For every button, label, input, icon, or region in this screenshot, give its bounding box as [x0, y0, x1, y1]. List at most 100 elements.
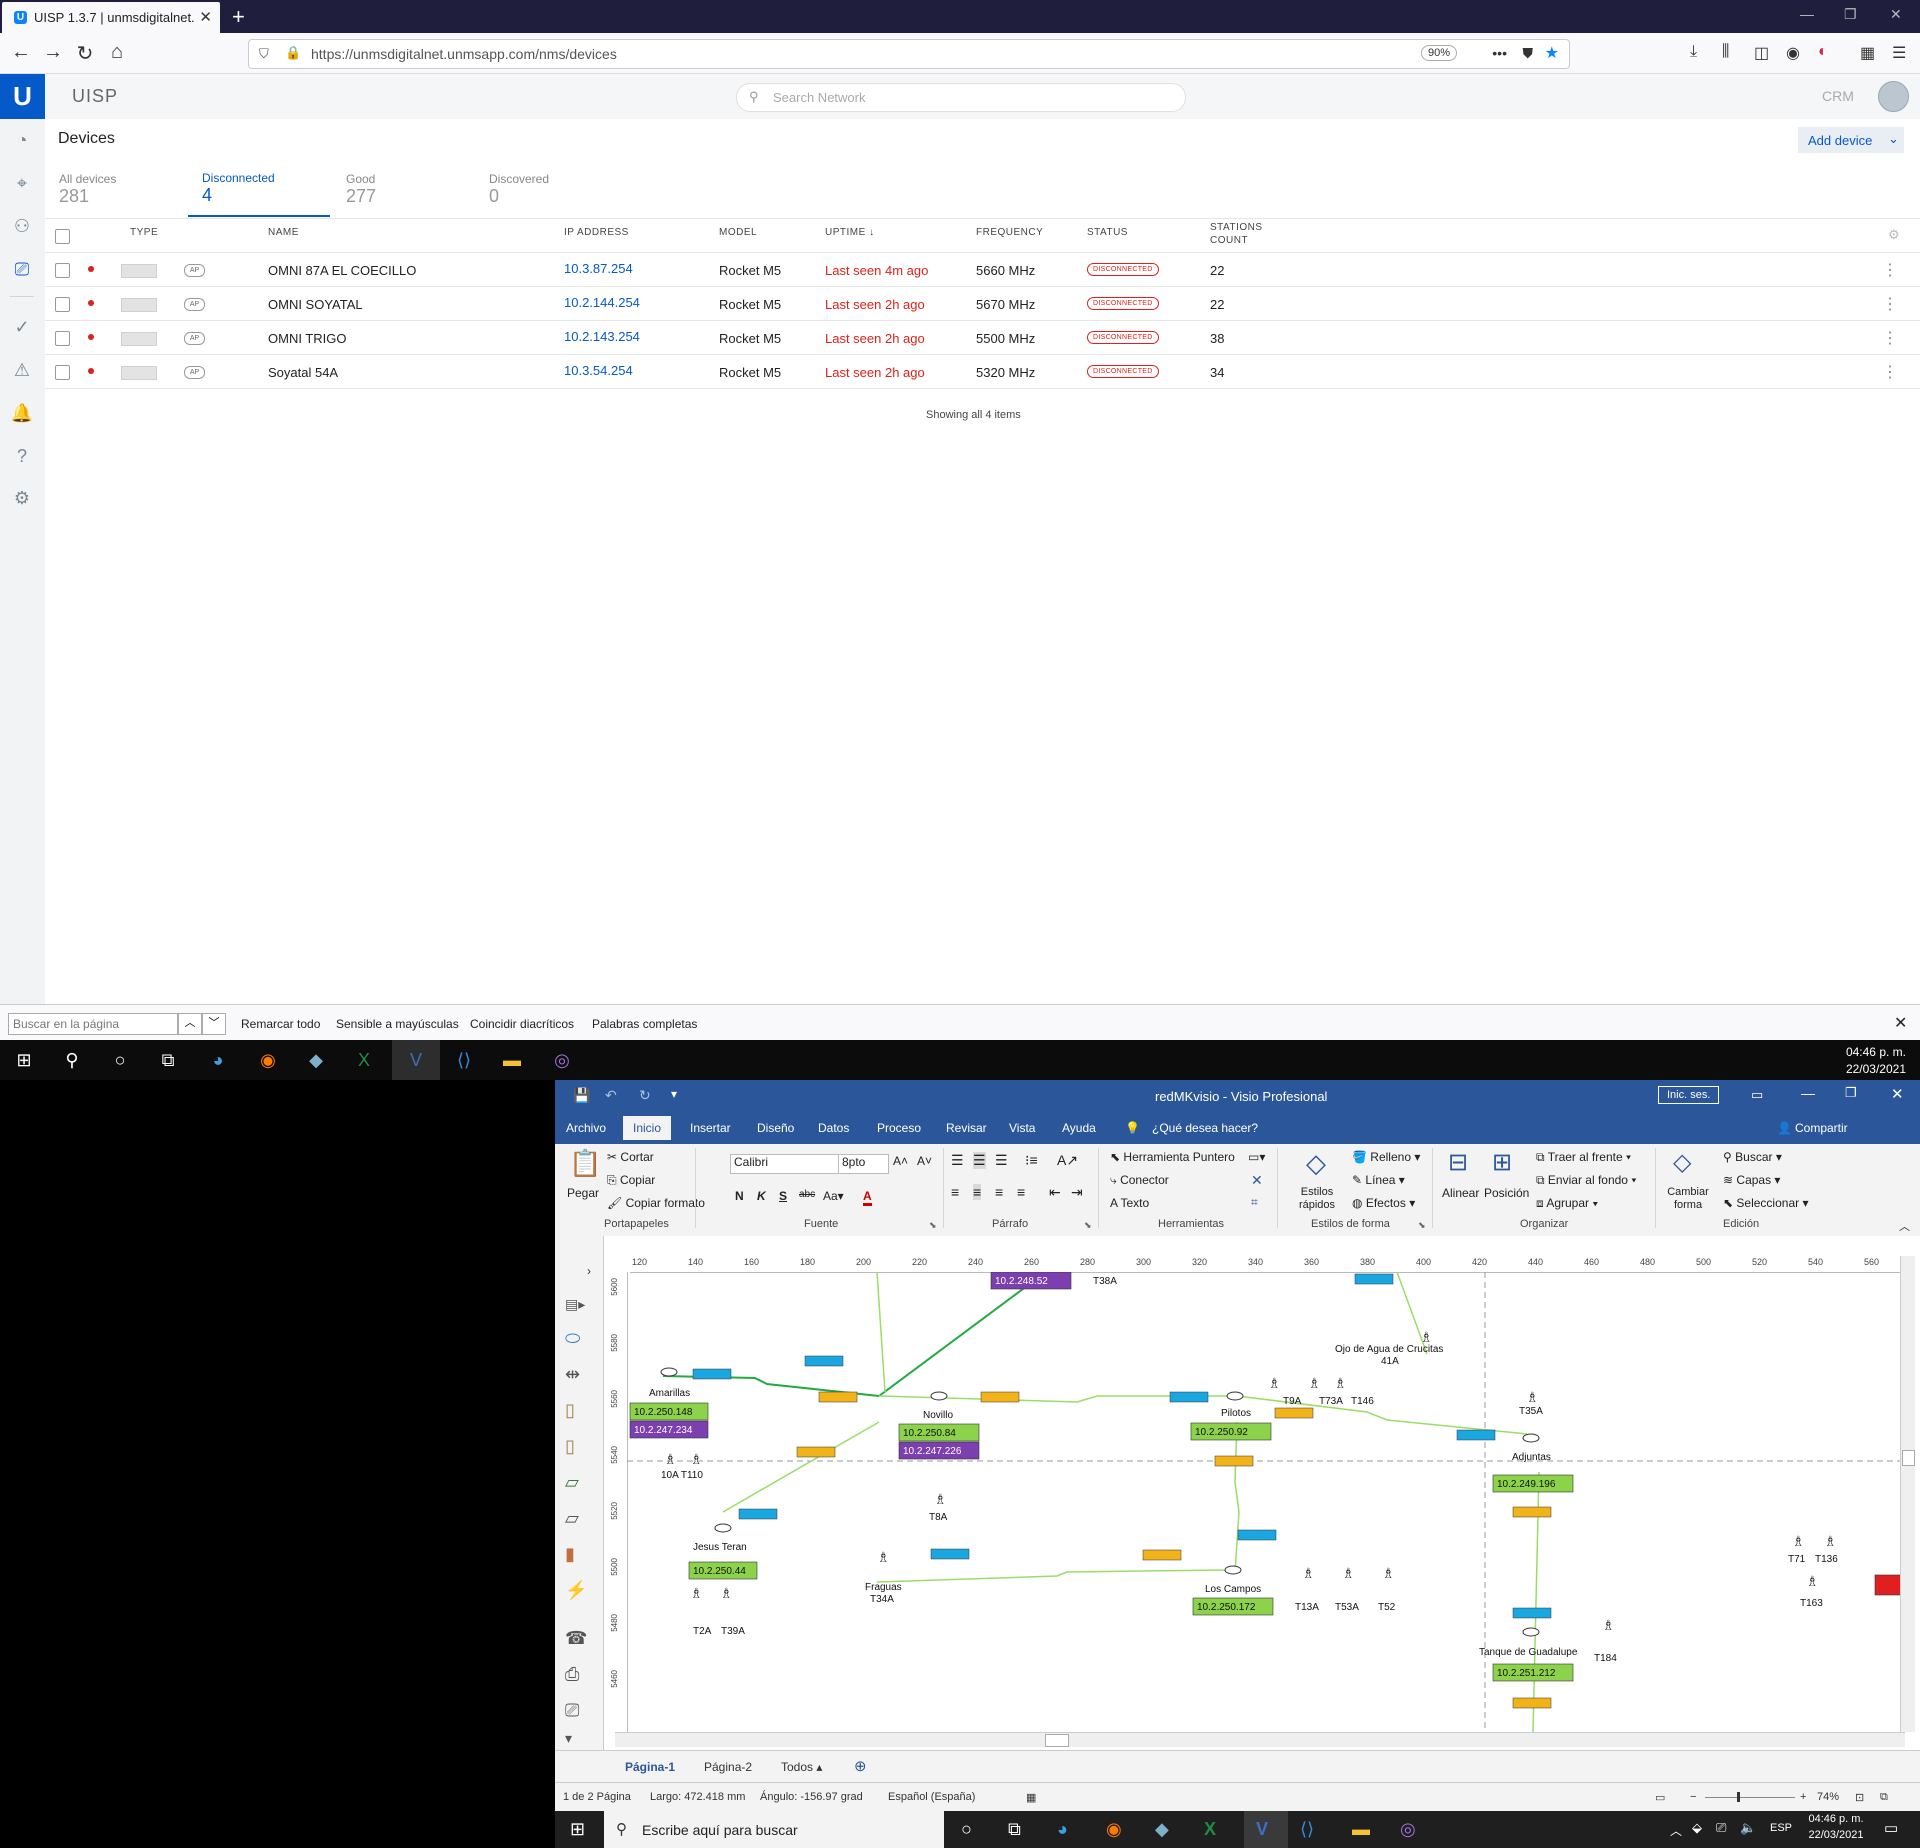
- firewall-shape-icon[interactable]: ▮: [565, 1544, 575, 1565]
- table-row[interactable]: AP OMNI 87A EL COECILLO 10.3.87.254 Rocket …: [45, 252, 1920, 287]
- send-back-button[interactable]: ⧉ Enviar al fondo ▾: [1536, 1173, 1636, 1188]
- excel-icon[interactable]: X: [1204, 1819, 1216, 1840]
- layers-button[interactable]: ≋ Capas ▾: [1723, 1173, 1780, 1187]
- visio-icon[interactable]: V: [404, 1048, 428, 1072]
- quick-styles-icon[interactable]: ◇: [1306, 1148, 1326, 1179]
- lock-icon[interactable]: 🔒: [285, 45, 301, 61]
- clock-date[interactable]: 22/03/2021: [1806, 1829, 1866, 1841]
- back-icon[interactable]: ←: [8, 41, 34, 64]
- volume-icon[interactable]: 🔈: [1740, 1820, 1756, 1836]
- position-icon[interactable]: ⊞: [1492, 1148, 1512, 1177]
- settings-icon[interactable]: ⚙: [10, 486, 34, 510]
- table-row[interactable]: AP OMNI SOYATAL 10.2.144.254 Rocket M5 Last …: [45, 286, 1920, 321]
- cut-button[interactable]: ✂ Cortar: [607, 1150, 654, 1164]
- device-ip[interactable]: 10.2.143.254: [564, 329, 640, 344]
- dashboard-icon[interactable]: ◔: [10, 128, 34, 152]
- switch-windows-icon[interactable]: ⧉: [1880, 1791, 1888, 1804]
- align-button[interactable]: Alinear: [1442, 1186, 1479, 1200]
- grow-font-icon[interactable]: A˄: [893, 1154, 908, 1168]
- table-row[interactable]: AP OMNI TRIGO 10.2.143.254 Rocket M5 Last se…: [45, 320, 1920, 355]
- tab-all-devices[interactable]: All devices 281: [59, 172, 116, 207]
- search-network-input[interactable]: ⚲ Search Network: [736, 83, 1186, 112]
- col-uptime[interactable]: UPTIME ↓: [825, 227, 875, 238]
- find-button[interactable]: ⚲ Buscar ▾: [1723, 1150, 1782, 1164]
- shrink-font-icon[interactable]: A˅: [917, 1154, 932, 1168]
- change-shape-icon[interactable]: ◇: [1673, 1148, 1691, 1177]
- change-case-icon[interactable]: Aa▾: [823, 1189, 844, 1203]
- find-prev-icon[interactable]: ︿: [178, 1013, 202, 1035]
- row-menu-icon[interactable]: ⋮: [1882, 362, 1898, 382]
- quick-styles-button[interactable]: Estilos rápidos: [1295, 1186, 1339, 1212]
- tab-insertar[interactable]: Insertar: [690, 1121, 731, 1135]
- status-language[interactable]: Español (España): [888, 1791, 975, 1803]
- increase-indent-icon[interactable]: ⇥: [1071, 1184, 1083, 1201]
- rectangle-tool-icon[interactable]: ▭▾: [1248, 1150, 1265, 1164]
- github-desktop-icon[interactable]: ◎: [550, 1048, 574, 1072]
- scanner-shape-icon[interactable]: ⎚: [565, 1700, 579, 1721]
- notifications-icon[interactable]: 🔔: [10, 401, 34, 425]
- whole-words-option[interactable]: Palabras completas: [592, 1017, 697, 1031]
- file-explorer-icon[interactable]: ▬: [1352, 1819, 1370, 1840]
- cortana-icon[interactable]: ○: [108, 1048, 132, 1072]
- browser-app-icon[interactable]: ◕: [1057, 1819, 1068, 1840]
- change-shape-button[interactable]: Cambiar forma: [1663, 1186, 1713, 1212]
- text-direction-icon[interactable]: A↗: [1057, 1152, 1078, 1169]
- hub-shape-icon[interactable]: ⇹: [565, 1364, 580, 1385]
- url-text[interactable]: https://unmsdigitalnet.unmsapp.com/nms/d…: [311, 46, 617, 62]
- decrease-indent-icon[interactable]: ⇤: [1049, 1184, 1061, 1201]
- new-tab-icon[interactable]: +: [232, 4, 245, 30]
- vertical-scrollbar[interactable]: [1900, 1256, 1915, 1732]
- device-name[interactable]: OMNI SOYATAL: [268, 297, 363, 312]
- select-all-checkbox[interactable]: [55, 229, 70, 244]
- underline-icon[interactable]: S: [779, 1189, 787, 1203]
- tab-diseno[interactable]: Diseño: [757, 1121, 794, 1135]
- bullets-icon[interactable]: ⁝≡: [1025, 1152, 1038, 1169]
- clock-time[interactable]: 04:46 p. m.: [1846, 1045, 1906, 1059]
- connector-button[interactable]: ⤷ Conector: [1110, 1173, 1169, 1188]
- effects-button[interactable]: ◍ Efectos ▾: [1352, 1196, 1415, 1210]
- font-color-icon[interactable]: A: [863, 1189, 872, 1206]
- presentation-mode-icon[interactable]: ▭: [1655, 1791, 1665, 1804]
- avatar[interactable]: [1878, 81, 1909, 112]
- font-size-select[interactable]: 8pto: [838, 1154, 889, 1174]
- paragraph-dialog-launcher-icon[interactable]: ⬊: [1084, 1220, 1092, 1231]
- align-icon[interactable]: ⊟: [1448, 1148, 1468, 1177]
- tab-vista[interactable]: Vista: [1009, 1121, 1035, 1135]
- clock-date[interactable]: 22/03/2021: [1846, 1062, 1906, 1076]
- browser-tab[interactable]: U UISP 1.3.7 | unmsdigitalnet.unm ✕: [2, 2, 220, 33]
- line-button[interactable]: ✎ Línea ▾: [1352, 1173, 1405, 1187]
- zoom-in-icon[interactable]: +: [1800, 1791, 1806, 1803]
- scroll-thumb[interactable]: [1902, 1450, 1915, 1466]
- tab-proceso[interactable]: Proceso: [877, 1121, 921, 1135]
- align-right-icon[interactable]: ≡: [995, 1184, 1003, 1200]
- vscode-icon[interactable]: ⟨⟩: [1300, 1819, 1314, 1840]
- tab-ayuda[interactable]: Ayuda: [1062, 1121, 1096, 1135]
- add-device-button[interactable]: Add device ⌄: [1798, 127, 1904, 153]
- menu-icon[interactable]: ☰: [1892, 43, 1906, 63]
- tab-archivo[interactable]: Archivo: [566, 1121, 606, 1135]
- collapse-ribbon-icon[interactable]: ︿: [1899, 1218, 1910, 1234]
- minimize-icon[interactable]: —: [1801, 1085, 1815, 1101]
- input-language[interactable]: ESP: [1770, 1822, 1792, 1834]
- help-icon[interactable]: ?: [10, 444, 34, 468]
- close-window-icon[interactable]: ✕: [1890, 6, 1902, 23]
- zoom-indicator[interactable]: 90%: [1420, 45, 1457, 61]
- text-tool-button[interactable]: A Texto: [1110, 1196, 1149, 1210]
- tab-discovered[interactable]: Discovered 0: [489, 172, 549, 207]
- tray-up-arrow-icon[interactable]: ︿: [1670, 1822, 1682, 1839]
- firefox-icon[interactable]: ◉: [1106, 1819, 1122, 1840]
- restore-icon[interactable]: ❐: [1845, 1085, 1857, 1101]
- router-shape-icon[interactable]: ⬭: [565, 1328, 580, 1349]
- home-icon[interactable]: ⌂: [104, 41, 130, 64]
- match-case-option[interactable]: Sensible a mayúsculas: [336, 1017, 459, 1031]
- devices-icon[interactable]: ⎚: [10, 257, 34, 281]
- extension-icon[interactable]: ◐: [1818, 43, 1828, 61]
- sign-in-button[interactable]: Inic. ses.: [1658, 1086, 1720, 1104]
- page-actions-icon[interactable]: •••: [1492, 45, 1507, 61]
- align-center-icon[interactable]: ≡: [973, 1184, 982, 1200]
- find-input[interactable]: Buscar en la página: [8, 1013, 178, 1035]
- redo-icon[interactable]: ↻: [639, 1087, 651, 1104]
- tab-good[interactable]: Good 277: [346, 172, 376, 207]
- windows-start-icon[interactable]: ⊞: [12, 1048, 36, 1072]
- column-settings-icon[interactable]: ⚙: [1888, 227, 1900, 243]
